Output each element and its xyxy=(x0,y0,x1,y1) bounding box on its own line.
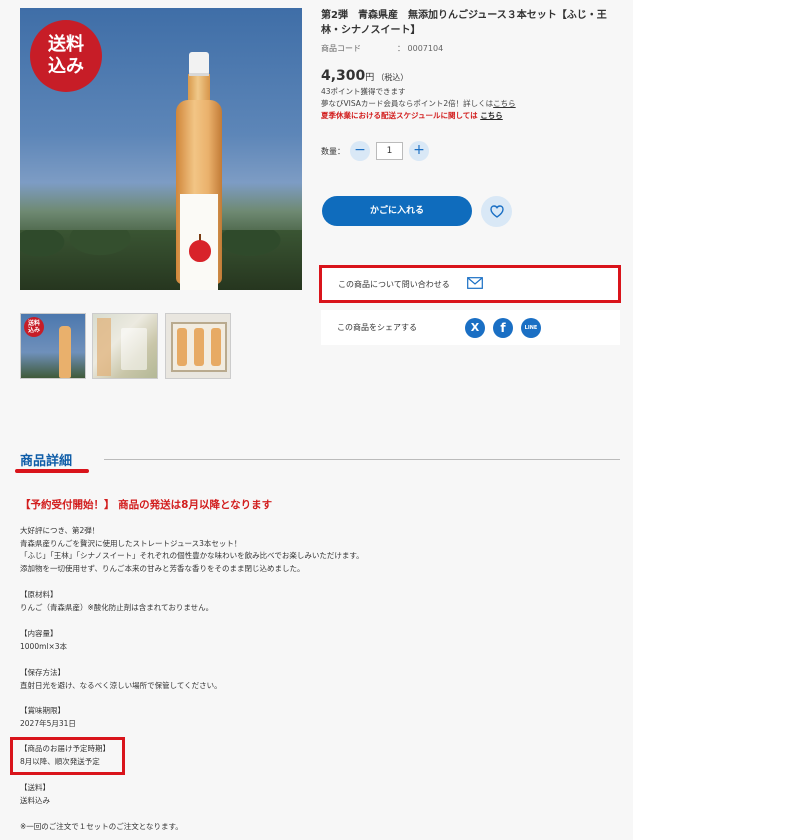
thumbnail-bottle-shape xyxy=(97,318,111,376)
heart-icon xyxy=(489,205,504,218)
delivery-text: 8月以降、順次発送予定 xyxy=(20,757,100,766)
storage-heading: 【保存方法】 xyxy=(20,668,65,677)
facebook-share-icon[interactable]: f xyxy=(493,318,513,338)
quantity-label: 数量： xyxy=(321,147,345,156)
tax-note: （税込） xyxy=(376,73,409,82)
visa-text: 夢なびVISAカード会員ならポイント2倍！詳しくは xyxy=(321,99,494,108)
ingredients-heading: 【原材料】 xyxy=(20,590,58,599)
details-heading: 商品詳細 xyxy=(20,454,73,469)
bottle-cap xyxy=(189,52,209,76)
badge-line-1: 送料 xyxy=(48,34,84,55)
mini-bottle xyxy=(211,328,222,366)
thumbnail-badge: 送料 込み xyxy=(24,317,44,337)
mail-icon xyxy=(467,277,483,289)
visa-note: 夢なびVISAカード会員ならポイント2倍！詳しくはこちら xyxy=(321,98,516,109)
product-code-row: 商品コード ： 0007104 xyxy=(321,43,443,54)
apple-icon xyxy=(189,240,211,262)
product-title: 第2弾 青森県産 無添加りんごジュース３本セット【ふじ・王林・シナノスイート】 xyxy=(321,10,607,36)
heading-underline-highlight xyxy=(15,469,89,473)
bottle-body xyxy=(176,100,222,290)
thumbnail-glass[interactable] xyxy=(92,313,158,379)
thumbnail-badge-line-2: 込み xyxy=(27,327,40,334)
thumbnail-box-shape xyxy=(171,322,227,372)
photo-foliage xyxy=(20,230,302,290)
inquiry-label: この商品について問い合わせる xyxy=(338,280,450,289)
shipping-text: 送料込み xyxy=(20,796,50,805)
x-share-icon[interactable]: X xyxy=(465,318,485,338)
quantity-increase-button[interactable]: + xyxy=(409,141,429,161)
intro-line-1: 大好評につき、第2弾！ xyxy=(20,526,100,535)
summer-schedule-link[interactable]: こちら xyxy=(480,111,503,120)
main-product-image[interactable]: 送料 込み xyxy=(20,8,302,290)
product-code-label: 商品コード xyxy=(321,44,361,53)
juice-bottle xyxy=(176,52,222,290)
shipping-heading: 【送料】 xyxy=(20,783,50,792)
line-share-icon[interactable]: LINE xyxy=(521,318,541,338)
order-footnote: ※一回のご注文で１セットのご注文となります。 xyxy=(20,822,183,831)
intro-line-2: 青森県産りんごを贅沢に使用したストレートジュース3本セット！ xyxy=(20,539,242,548)
storage-text: 直射日光を避け、なるべく涼しい場所で保管してください。 xyxy=(20,681,222,690)
expiry-heading: 【賞味期限】 xyxy=(20,706,65,715)
expiry-text: 2027年5月31日 xyxy=(20,719,76,728)
points-text: 43ポイント獲得できます xyxy=(321,87,406,96)
inquiry-button[interactable]: この商品について問い合わせる xyxy=(319,265,621,303)
badge-line-2: 込み xyxy=(48,56,84,77)
summer-schedule-note: 夏季休業における配送スケジュールに関しては こちら xyxy=(321,110,503,121)
ingredients-text: りんご（青森県産）※酸化防止剤は含まれておりません。 xyxy=(20,603,214,612)
quantity-input[interactable] xyxy=(376,142,403,160)
thumbnail-bottle[interactable]: 送料 込み xyxy=(20,313,86,379)
summer-text: 夏季休業における配送スケジュールに関しては xyxy=(321,111,481,120)
product-code-value: ： 0007104 xyxy=(397,44,444,53)
volume-heading: 【内容量】 xyxy=(20,629,58,638)
thumbnail-glass-shape xyxy=(121,328,147,370)
price-value: 4,300 xyxy=(321,68,366,84)
quantity-decrease-button[interactable]: − xyxy=(350,141,370,161)
price-unit: 円 xyxy=(365,73,375,83)
mini-bottle xyxy=(193,328,204,366)
intro-line-4: 添加物を一切使用せず、りんご本来の甘みと芳香な香りをそのまま閉じ込めました。 xyxy=(20,564,305,573)
delivery-heading: 【商品のお届け予定時期】 xyxy=(20,744,110,753)
thumbnail-gift-box[interactable] xyxy=(165,313,231,379)
visa-details-link[interactable]: こちら xyxy=(493,99,516,108)
intro-line-3: 「ふじ」「王林」「シナノスイート」それぞれの個性豊かな味わいを飲み比べでお楽しみ… xyxy=(20,551,364,560)
add-to-cart-button[interactable]: かごに入れる xyxy=(322,196,472,226)
share-label: この商品をシェアする xyxy=(337,323,417,332)
thumbnail-bottle-shape xyxy=(59,326,71,378)
bottle-label xyxy=(180,194,218,290)
preorder-notice: 【予約受付開始！】 商品の発送は8月以降となります xyxy=(20,499,273,511)
mini-bottle xyxy=(176,328,187,366)
price-row: 4,300円 （税込） xyxy=(321,65,408,84)
free-shipping-badge: 送料 込み xyxy=(30,20,102,92)
favorite-button[interactable] xyxy=(481,196,512,227)
thumbnail-badge-line-1: 送料 xyxy=(27,320,40,327)
volume-text: 1000ml×3本 xyxy=(20,642,68,651)
heading-divider xyxy=(104,459,620,460)
share-panel: この商品をシェアする X f LINE xyxy=(321,310,620,345)
